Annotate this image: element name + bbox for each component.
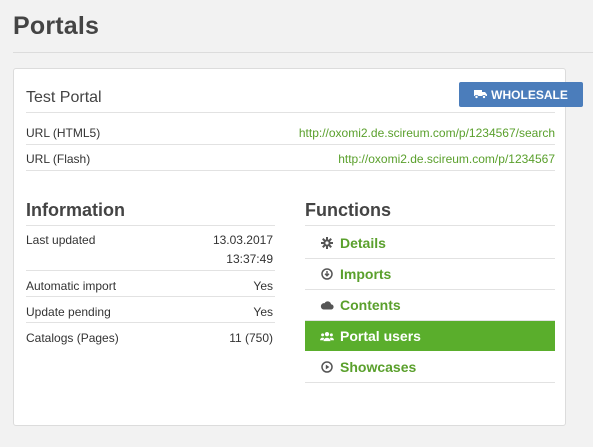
divider [26,296,275,297]
catalogs-label: Catalogs (Pages) [26,331,119,345]
divider [26,270,275,271]
download-icon [320,267,334,281]
function-label: Imports [340,266,392,282]
function-imports[interactable]: Imports [305,259,555,289]
catalogs-value: 11 (750) [229,331,273,345]
wholesale-badge: WHOLESALE [459,82,583,107]
information-heading: Information [26,200,125,220]
function-details[interactable]: Details [305,228,555,258]
divider [26,144,555,145]
automatic-import-value: Yes [253,279,273,293]
page-title: Portals [13,12,100,40]
portal-card: WHOLESALE Test Portal URL (HTML5) http:/… [13,68,583,426]
last-updated-time: 13:37:49 [226,252,273,266]
divider [305,382,555,383]
last-updated-date: 13.03.2017 [212,233,273,247]
divider [26,170,555,171]
url-html5-link[interactable]: http://oxomi2.de.scireum.com/p/1234567/s… [299,126,555,140]
function-portal-users[interactable]: Portal users [305,321,555,351]
divider [305,225,555,226]
function-label: Contents [340,297,401,313]
divider [26,322,275,323]
users-icon [320,329,334,343]
badge-label: WHOLESALE [491,87,568,102]
gear-icon [320,236,334,250]
truck-icon [474,88,491,102]
function-label: Details [340,235,386,251]
last-updated-label: Last updated [26,233,96,247]
function-label: Portal users [340,328,421,344]
portal-name: Test Portal [26,89,102,106]
divider [26,225,275,226]
function-showcases[interactable]: Showcases [305,352,555,382]
url-flash-link[interactable]: http://oxomi2.de.scireum.com/p/1234567 [338,152,555,166]
divider [26,112,555,113]
function-contents[interactable]: Contents [305,290,555,320]
functions-heading: Functions [305,200,391,220]
url-html5-label: URL (HTML5) [26,126,101,140]
function-label: Showcases [340,359,417,375]
update-pending-value: Yes [253,305,273,319]
title-divider [13,52,593,53]
play-icon [320,360,334,374]
cloud-icon [320,298,334,312]
url-flash-label: URL (Flash) [26,152,91,166]
update-pending-label: Update pending [26,305,111,319]
automatic-import-label: Automatic import [26,279,117,293]
